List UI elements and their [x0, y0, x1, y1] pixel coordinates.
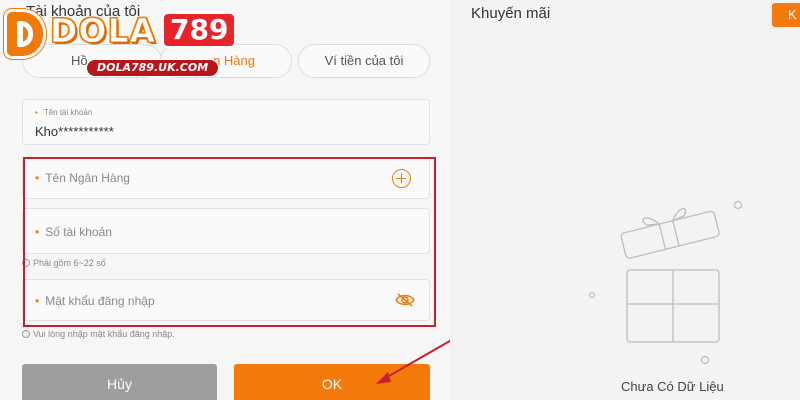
cancel-button[interactable]: Hủy [22, 364, 217, 400]
highlight-box [23, 157, 436, 327]
logo-text: DOLA [49, 11, 157, 51]
info-icon [22, 330, 30, 338]
bank-account-panel: Tài khoản của tôi Hồ n Hàng Ví tiền của … [0, 0, 456, 400]
password-hint: Vui lòng nhập mật khẩu đăng nhập. [22, 329, 175, 339]
logo-domain: DOLA789.UK.COM [86, 59, 220, 77]
logo-number: 789 [162, 12, 237, 48]
brand-logo: DOLA 789 DOLA789.UK.COM [4, 7, 242, 77]
empty-state-text: Chưa Có Dữ Liệu [621, 379, 724, 394]
account-name-value: Kho*********** [35, 124, 114, 139]
account-name-label: • Tên tài khoản [35, 108, 93, 117]
account-name-field: • Tên tài khoản Kho*********** [22, 99, 430, 145]
logo-mark-icon [4, 9, 46, 59]
corner-button[interactable]: K [772, 3, 800, 27]
promotion-title: Khuyến mãi [471, 5, 551, 22]
promotion-panel: Khuyến mãi K Chưa Có Dữ Liệu [450, 0, 800, 400]
gift-box-icon [588, 200, 743, 365]
tab-wallet[interactable]: Ví tiền của tôi [298, 44, 430, 78]
